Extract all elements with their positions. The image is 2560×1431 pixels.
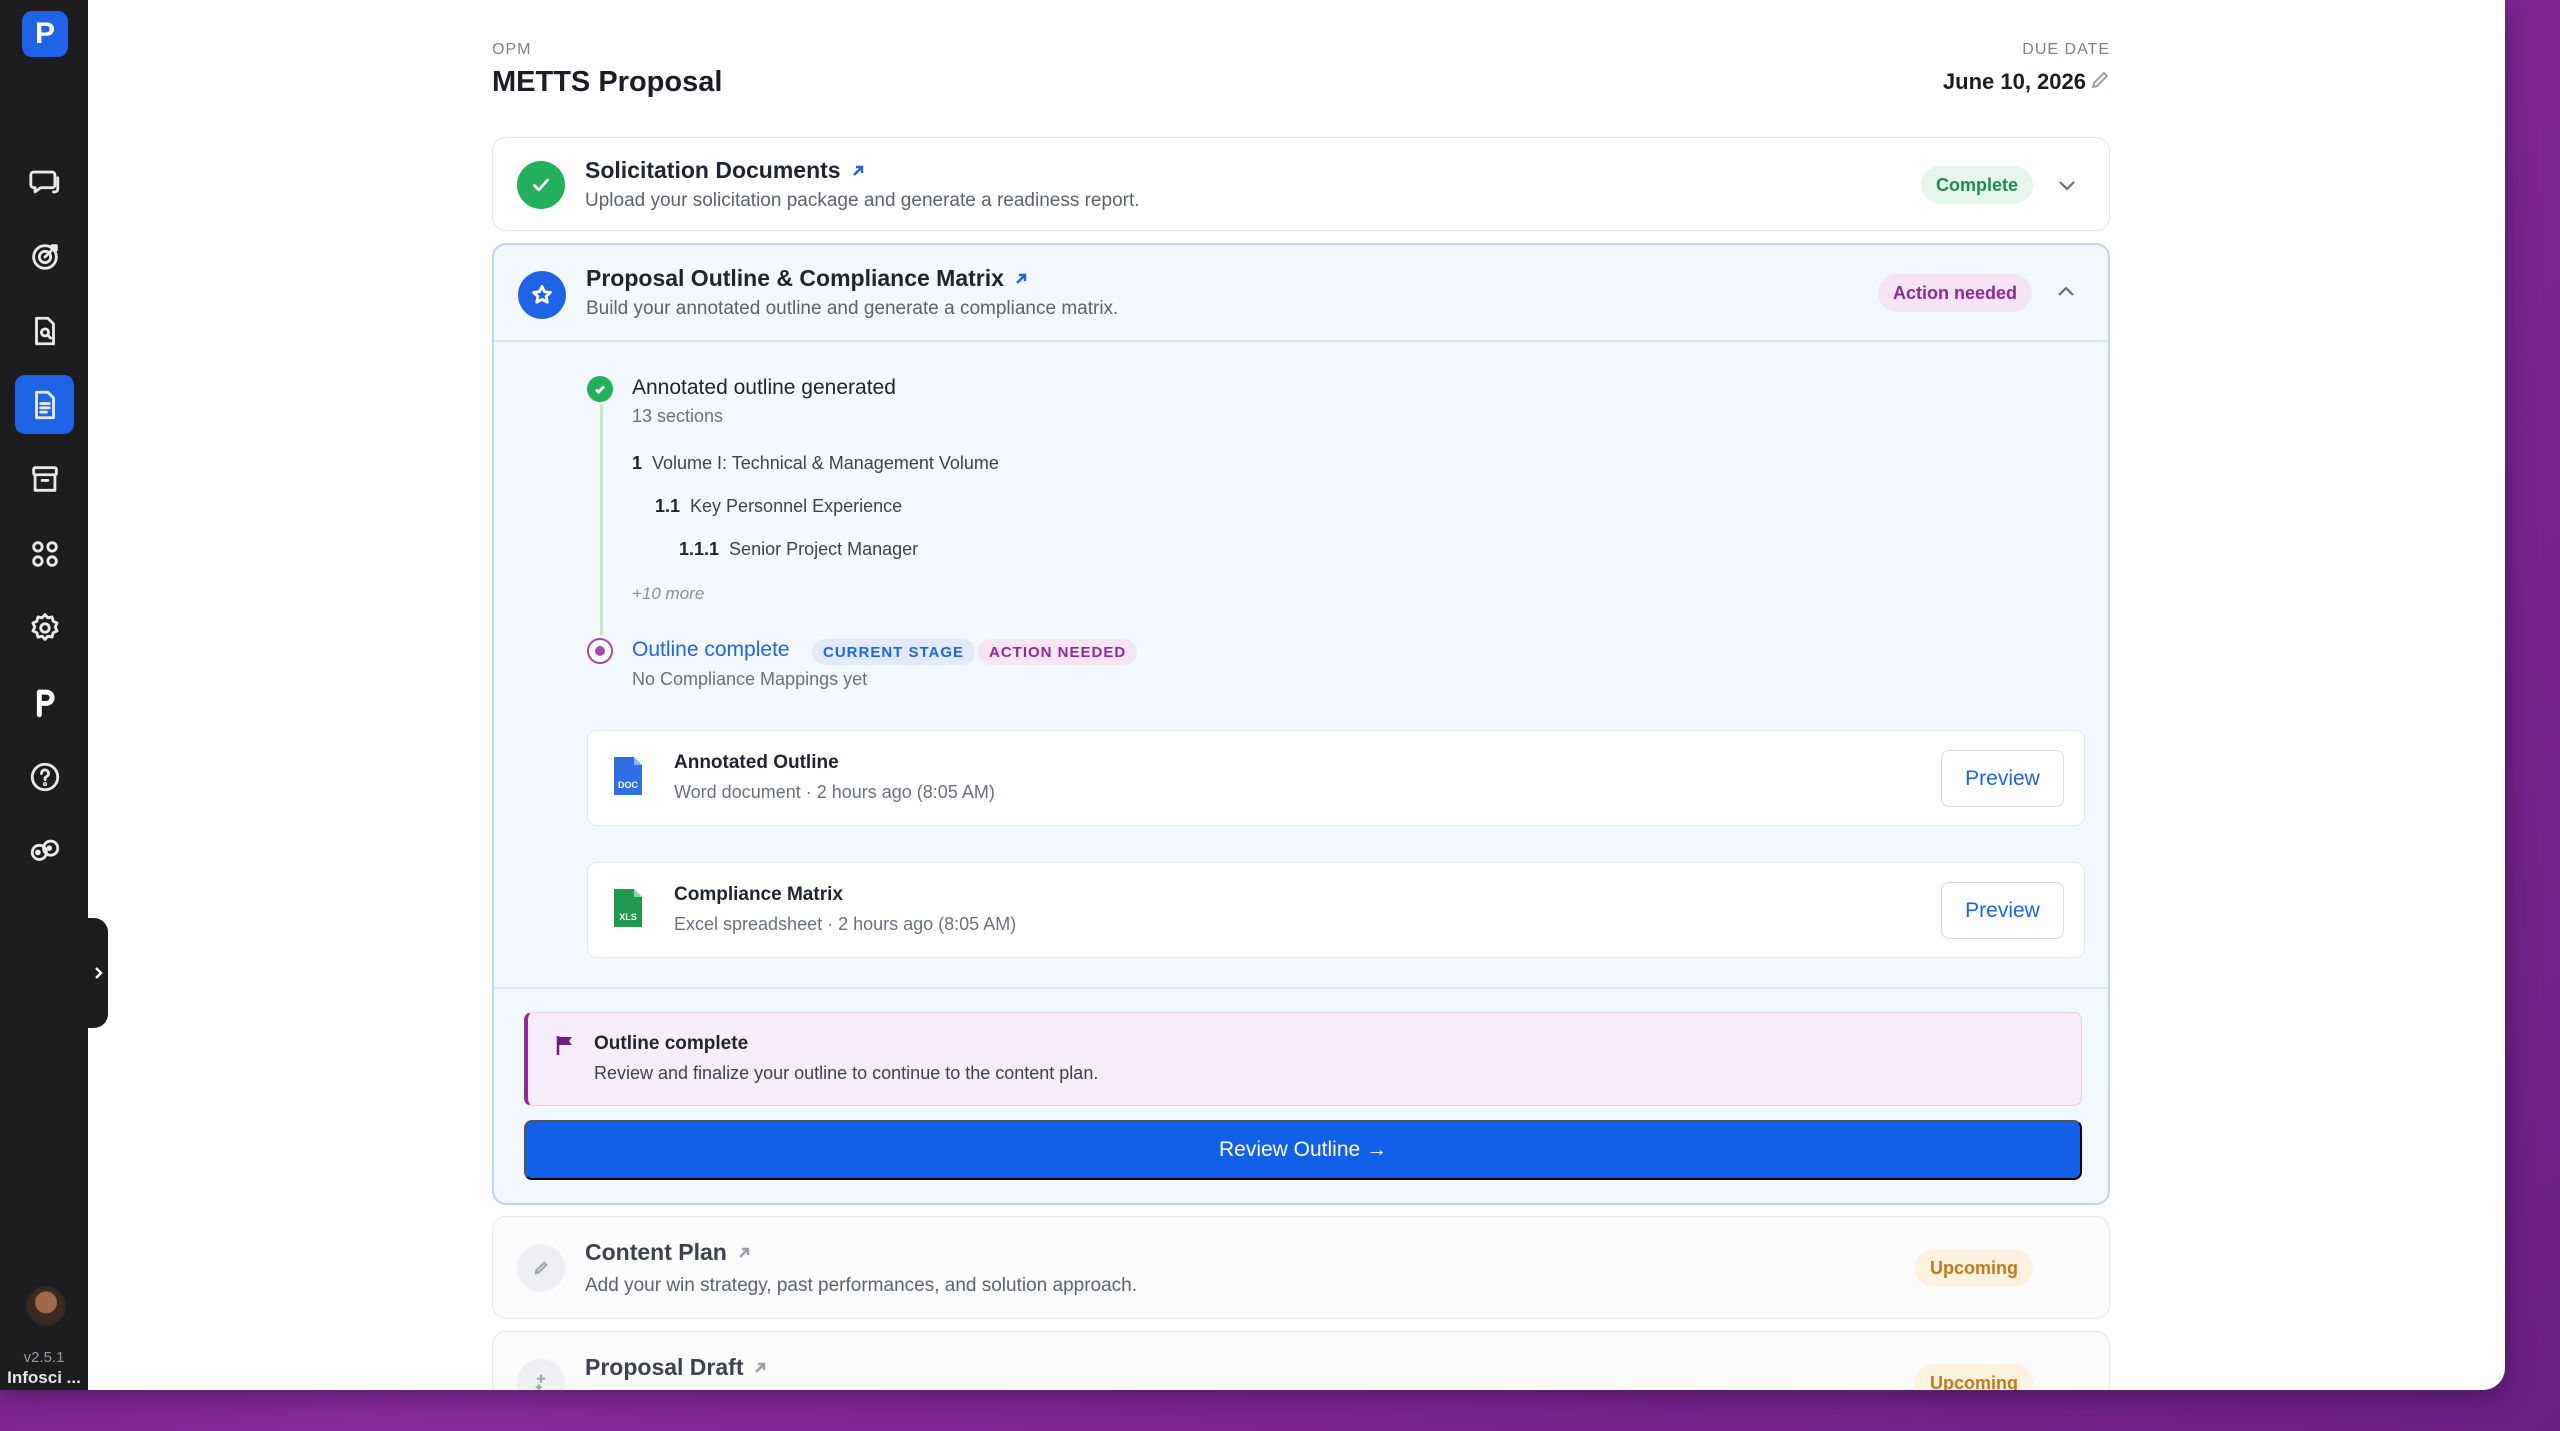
agency-label: OPM <box>492 41 532 58</box>
divider <box>494 340 2108 342</box>
notice-title: Outline complete <box>594 1033 749 1054</box>
file-meta: Word document · 2 hours ago (8:05 AM) <box>674 782 995 802</box>
timeline-connector <box>600 405 603 635</box>
help-icon[interactable] <box>15 747 74 806</box>
page-title: METTS Proposal <box>492 66 723 98</box>
sparkle-icon <box>517 1359 565 1390</box>
team-icon[interactable] <box>15 821 74 880</box>
check-icon <box>517 161 565 209</box>
chat-icon[interactable] <box>15 152 74 211</box>
avatar[interactable] <box>26 1286 66 1326</box>
external-link-icon <box>755 1362 766 1373</box>
pencil-icon <box>517 1244 565 1292</box>
document-icon[interactable] <box>15 375 74 434</box>
app-logo[interactable]: P <box>22 11 68 57</box>
step-proposal-draft[interactable]: Proposal Draft Upcoming <box>492 1331 2110 1390</box>
outline-item: 1.1.1 Senior Project Manager <box>679 539 919 559</box>
outline-item: 1 Volume I: Technical & Management Volume <box>632 453 999 473</box>
outline-item: 1.1 Key Personnel Experience <box>655 496 903 516</box>
file-card-annotated-outline: DOC Annotated Outline Word document · 2 … <box>587 730 2085 826</box>
status-badge: Complete <box>1920 166 2033 204</box>
sidebar: P v2.5.1 Infosci ... <box>0 0 88 1390</box>
step-proposal-outline: Proposal Outline & Compliance Matrix Bui… <box>492 243 2110 1205</box>
status-badge: Upcoming <box>1915 1249 2033 1287</box>
version-label: v2.5.1 <box>23 1349 65 1366</box>
action-needed-tag: ACTION NEEDED <box>978 639 1138 665</box>
file-card-compliance-matrix: XLS Compliance Matrix Excel spreadsheet … <box>587 862 2085 958</box>
chevron-up-icon[interactable] <box>2054 280 2078 304</box>
step-subtitle: Build your annotated outline and generat… <box>586 298 1119 319</box>
status-badge: Upcoming <box>1915 1364 2033 1390</box>
status-badge: Action needed <box>1877 274 2032 312</box>
step-solicitation-documents[interactable]: Solicitation Documents Upload your solic… <box>492 137 2110 231</box>
chevron-down-icon[interactable] <box>2055 173 2079 197</box>
document-search-icon[interactable] <box>15 301 74 360</box>
app-window: P v2.5.1 Infosci ... OPM METTS Proposal … <box>0 0 2505 1390</box>
current-stage-tag: CURRENT STAGE <box>812 639 976 665</box>
file-name: Compliance Matrix <box>674 884 843 905</box>
word-document-icon: DOC <box>614 757 642 795</box>
star-icon <box>518 271 566 319</box>
timeline-item-subtitle: No Compliance Mappings yet <box>632 669 868 689</box>
more-sections-link[interactable]: +10 more <box>632 584 704 604</box>
outline-complete-notice: Outline complete Review and finalize you… <box>524 1012 2082 1106</box>
current-stage-indicator <box>587 638 613 664</box>
step-title[interactable]: Proposal Outline & Compliance Matrix <box>586 265 1030 292</box>
file-name: Annotated Outline <box>674 752 839 773</box>
target-icon[interactable] <box>15 227 74 286</box>
outline-complete-link[interactable]: Outline complete <box>632 638 790 662</box>
archive-icon[interactable] <box>15 449 74 508</box>
step-title[interactable]: Solicitation Documents <box>585 157 867 184</box>
file-meta: Excel spreadsheet · 2 hours ago (8:05 AM… <box>674 914 1017 934</box>
timeline-item-title: Annotated outline generated <box>632 376 896 399</box>
chevron-right-icon <box>95 967 103 979</box>
notice-text: Review and finalize your outline to cont… <box>594 1063 1099 1083</box>
divider <box>494 987 2108 989</box>
check-icon <box>587 376 613 402</box>
settings-icon[interactable] <box>15 598 74 657</box>
external-link-icon <box>1016 273 1027 284</box>
svg-text:XLS: XLS <box>619 912 637 922</box>
apps-grid-icon[interactable] <box>15 524 74 583</box>
external-link-icon <box>852 165 863 176</box>
step-title[interactable]: Proposal Draft <box>585 1354 769 1381</box>
excel-spreadsheet-icon: XLS <box>614 889 642 927</box>
edit-due-date-icon[interactable] <box>2090 70 2110 90</box>
step-subtitle: Upload your solicitation package and gen… <box>585 190 1140 211</box>
sidebar-expand-button[interactable] <box>88 918 108 1028</box>
organization-label[interactable]: Infosci ... <box>0 1368 88 1388</box>
preview-button[interactable]: Preview <box>1941 882 2064 939</box>
step-title[interactable]: Content Plan <box>585 1239 753 1266</box>
brand-p-icon[interactable] <box>15 672 74 731</box>
step-content-plan[interactable]: Content Plan Add your win strategy, past… <box>492 1216 2110 1319</box>
step-subtitle: Add your win strategy, past performances… <box>585 1275 1138 1296</box>
timeline-item-subtitle: 13 sections <box>632 406 724 426</box>
external-link-icon <box>738 1247 750 1258</box>
due-date-value: June 10, 2026 <box>1942 69 2086 94</box>
review-outline-button[interactable]: Review Outline → <box>524 1120 2082 1180</box>
flag-icon <box>556 1036 572 1055</box>
due-date-label: DUE DATE <box>2022 41 2110 58</box>
svg-text:DOC: DOC <box>618 780 639 790</box>
preview-button[interactable]: Preview <box>1941 750 2064 807</box>
